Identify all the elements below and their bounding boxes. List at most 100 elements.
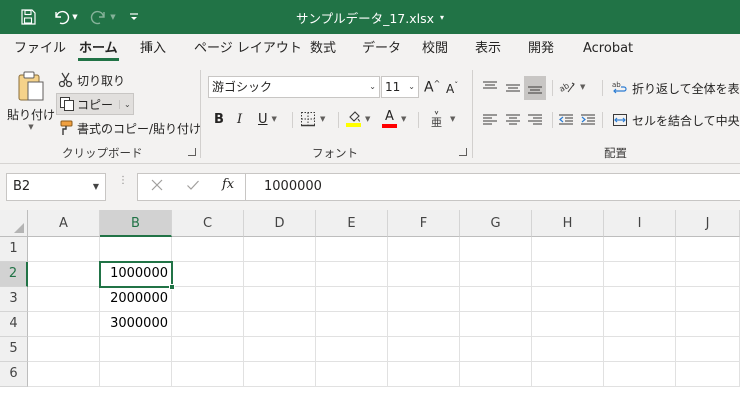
cell-g1[interactable] bbox=[460, 237, 532, 262]
bottom-align-button[interactable] bbox=[524, 76, 546, 100]
cell-d2[interactable] bbox=[244, 262, 316, 287]
tab-acrobat[interactable]: Acrobat bbox=[583, 34, 633, 64]
row-header-2[interactable]: 2 bbox=[0, 262, 28, 287]
cell-c2[interactable] bbox=[172, 262, 244, 287]
underline-button[interactable]: U ▼ bbox=[258, 108, 277, 130]
cell-d5[interactable] bbox=[244, 337, 316, 362]
cell-e3[interactable] bbox=[316, 287, 388, 312]
cell-i1[interactable] bbox=[604, 237, 676, 262]
cell-a4[interactable] bbox=[28, 312, 100, 337]
italic-button[interactable]: I bbox=[237, 108, 242, 130]
column-header-d[interactable]: D bbox=[244, 210, 316, 237]
column-header-j[interactable]: J bbox=[676, 210, 740, 237]
cell-f6[interactable] bbox=[388, 362, 460, 387]
column-header-i[interactable]: I bbox=[604, 210, 676, 237]
cell-i6[interactable] bbox=[604, 362, 676, 387]
cell-e1[interactable] bbox=[316, 237, 388, 262]
cell-d4[interactable] bbox=[244, 312, 316, 337]
column-header-b[interactable]: B bbox=[100, 210, 172, 237]
borders-button[interactable]: ▼ bbox=[300, 108, 325, 130]
enter-icon[interactable] bbox=[186, 178, 200, 195]
cell-c1[interactable] bbox=[172, 237, 244, 262]
cell-h3[interactable] bbox=[532, 287, 604, 312]
insert-function-button[interactable]: fx bbox=[222, 177, 234, 192]
cell-h1[interactable] bbox=[532, 237, 604, 262]
cell-f4[interactable] bbox=[388, 312, 460, 337]
cell-b2[interactable]: 1000000 bbox=[99, 261, 173, 288]
column-header-g[interactable]: G bbox=[460, 210, 532, 237]
cell-a5[interactable] bbox=[28, 337, 100, 362]
font-name-select[interactable]: 游ゴシック ⌄ bbox=[208, 76, 380, 98]
cell-f1[interactable] bbox=[388, 237, 460, 262]
align-right-button[interactable] bbox=[527, 110, 543, 130]
cell-g6[interactable] bbox=[460, 362, 532, 387]
cell-g2[interactable] bbox=[460, 262, 532, 287]
font-color-button[interactable]: A ▼ bbox=[382, 108, 406, 130]
paste-button[interactable]: 貼り付け ▼ bbox=[7, 70, 55, 140]
align-center-button[interactable] bbox=[505, 110, 521, 130]
cell-a3[interactable] bbox=[28, 287, 100, 312]
tab-data[interactable]: データ bbox=[362, 34, 401, 64]
cell-a6[interactable] bbox=[28, 362, 100, 387]
tab-insert[interactable]: 挿入 bbox=[140, 34, 166, 64]
name-box[interactable]: B2 ▼ bbox=[6, 173, 106, 201]
top-align-button[interactable] bbox=[482, 78, 498, 98]
row-header-6[interactable]: 6 bbox=[0, 362, 28, 387]
cell-g5[interactable] bbox=[460, 337, 532, 362]
column-header-f[interactable]: F bbox=[388, 210, 460, 237]
cell-e2[interactable] bbox=[316, 262, 388, 287]
wrap-text-button[interactable]: ab 折り返して全体を表示す bbox=[612, 78, 740, 98]
cell-j1[interactable] bbox=[676, 237, 740, 262]
copy-dropdown-icon[interactable]: ⌄ bbox=[119, 99, 131, 109]
cell-c4[interactable] bbox=[172, 312, 244, 337]
clipboard-launcher-icon[interactable] bbox=[188, 148, 196, 156]
middle-align-button[interactable] bbox=[505, 78, 521, 98]
column-header-e[interactable]: E bbox=[316, 210, 388, 237]
decrease-indent-button[interactable] bbox=[558, 110, 574, 130]
cell-e6[interactable] bbox=[316, 362, 388, 387]
increase-font-size-button[interactable]: A^ bbox=[424, 76, 440, 98]
cell-h2[interactable] bbox=[532, 262, 604, 287]
row-header-1[interactable]: 1 bbox=[0, 237, 28, 262]
column-header-a[interactable]: A bbox=[28, 210, 100, 237]
tab-view[interactable]: 表示 bbox=[475, 34, 501, 64]
align-left-button[interactable] bbox=[482, 110, 498, 130]
cell-j2[interactable] bbox=[676, 262, 740, 287]
cell-f3[interactable] bbox=[388, 287, 460, 312]
cell-f5[interactable] bbox=[388, 337, 460, 362]
cell-e4[interactable] bbox=[316, 312, 388, 337]
cell-c6[interactable] bbox=[172, 362, 244, 387]
cell-b6[interactable] bbox=[100, 362, 172, 387]
row-header-3[interactable]: 3 bbox=[0, 287, 28, 312]
cell-i3[interactable] bbox=[604, 287, 676, 312]
window-title[interactable]: サンプルデータ_17.xlsx ▾ bbox=[0, 0, 740, 34]
tab-home[interactable]: ホーム bbox=[78, 34, 119, 64]
cell-d6[interactable] bbox=[244, 362, 316, 387]
cell-f2[interactable] bbox=[388, 262, 460, 287]
cut-button[interactable]: 切り取り bbox=[58, 70, 125, 90]
cell-b4[interactable]: 3000000 bbox=[100, 312, 172, 337]
formula-input[interactable]: 1000000 bbox=[245, 173, 740, 201]
cell-b5[interactable] bbox=[100, 337, 172, 362]
format-painter-button[interactable]: 書式のコピー/貼り付け bbox=[58, 118, 201, 138]
tab-file[interactable]: ファイル bbox=[14, 34, 66, 64]
fill-color-button[interactable]: ▼ bbox=[346, 108, 370, 130]
merge-center-button[interactable]: セルを結合して中央揃え bbox=[612, 110, 740, 130]
cell-i5[interactable] bbox=[604, 337, 676, 362]
column-header-c[interactable]: C bbox=[172, 210, 244, 237]
fill-handle[interactable] bbox=[169, 284, 175, 290]
cell-j6[interactable] bbox=[676, 362, 740, 387]
cell-g4[interactable] bbox=[460, 312, 532, 337]
tab-review[interactable]: 校閲 bbox=[422, 34, 448, 64]
column-header-h[interactable]: H bbox=[532, 210, 604, 237]
row-header-5[interactable]: 5 bbox=[0, 337, 28, 362]
cell-g3[interactable] bbox=[460, 287, 532, 312]
cancel-icon[interactable] bbox=[150, 178, 164, 195]
copy-button[interactable]: コピー ⌄ bbox=[56, 93, 134, 115]
cell-i2[interactable] bbox=[604, 262, 676, 287]
cell-c5[interactable] bbox=[172, 337, 244, 362]
cell-d3[interactable] bbox=[244, 287, 316, 312]
cell-d1[interactable] bbox=[244, 237, 316, 262]
cell-b1[interactable] bbox=[100, 237, 172, 262]
row-header-4[interactable]: 4 bbox=[0, 312, 28, 337]
